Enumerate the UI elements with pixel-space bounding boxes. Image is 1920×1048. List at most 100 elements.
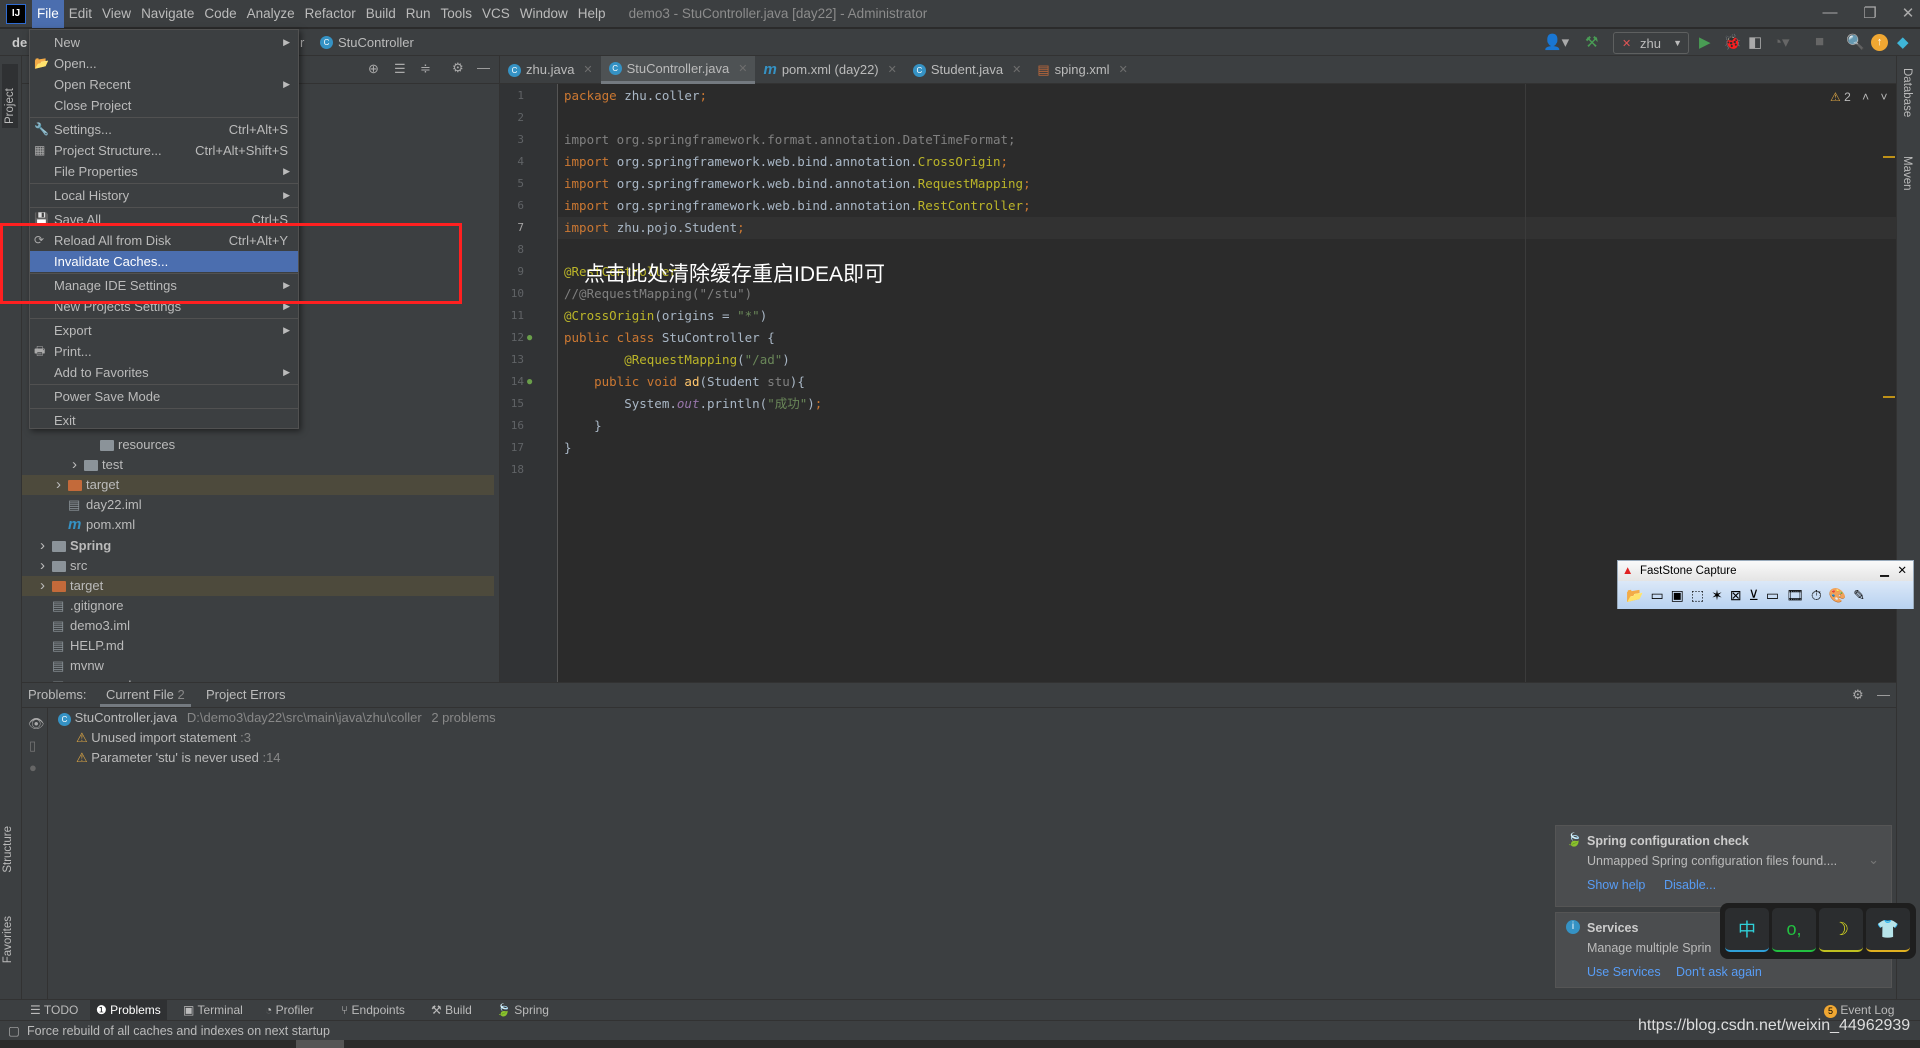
- gear-icon[interactable]: ⚙: [1852, 683, 1864, 707]
- tree-item[interactable]: › target: [22, 575, 494, 596]
- menu-analyze[interactable]: Analyze: [242, 0, 300, 28]
- bottom-tab-spring[interactable]: 🍃 Spring: [490, 1000, 555, 1021]
- breadcrumb-class[interactable]: StuController: [338, 35, 414, 50]
- search-icon[interactable]: 🔍: [1846, 33, 1865, 51]
- tree-item[interactable]: ▤ mvnw: [22, 656, 494, 676]
- menu-navigate[interactable]: Navigate: [136, 0, 199, 28]
- bottom-tab-endpoints[interactable]: ⑂ Endpoints: [335, 1000, 411, 1021]
- capture-freehand-icon[interactable]: ✶: [1711, 587, 1723, 604]
- menu-item-open-recent[interactable]: Open Recent ▶: [30, 74, 298, 95]
- close-tab-icon[interactable]: ✕: [1012, 56, 1021, 84]
- expand-all-icon[interactable]: ☰: [394, 61, 406, 77]
- run-icon[interactable]: ▶: [1699, 33, 1711, 51]
- next-highlight-icon[interactable]: ˅: [1881, 90, 1888, 104]
- close-icon[interactable]: ✕: [1897, 561, 1907, 581]
- tab-stucontroller-java[interactable]: C StuController.java ✕: [600, 55, 756, 84]
- tab-zhu-java[interactable]: Czhu.java ✕: [500, 56, 601, 84]
- tab-student-java[interactable]: C Student.java ✕: [905, 56, 1030, 84]
- tab-sping-xml[interactable]: ▤ sping.xml ✕: [1029, 56, 1135, 84]
- ime-moon-key[interactable]: ☽: [1819, 908, 1863, 952]
- breadcrumb-project[interactable]: de: [12, 35, 27, 50]
- locate-icon[interactable]: ⊕: [368, 61, 379, 77]
- gear-icon[interactable]: ⚙: [452, 60, 464, 76]
- ime-chinese-key[interactable]: 中: [1725, 908, 1769, 952]
- menu-run[interactable]: Run: [401, 0, 436, 28]
- tree-item[interactable]: ▤ .gitignore: [22, 596, 494, 616]
- settings-icon[interactable]: ✎: [1853, 587, 1865, 604]
- tab-pom-xml-day22-[interactable]: m pom.xml (day22) ✕: [755, 56, 904, 84]
- problem-item[interactable]: ⚠ Unused import statement :3: [76, 730, 251, 746]
- close-tab-icon[interactable]: ✕: [583, 56, 592, 84]
- inspection-widget[interactable]: ⚠ 2 ˄ ˅: [1830, 90, 1888, 104]
- menu-help[interactable]: Help: [573, 0, 611, 28]
- breadcrumb-package[interactable]: r: [300, 35, 304, 50]
- menu-item-add-to-favorites[interactable]: Add to Favorites ▶: [30, 362, 298, 383]
- disable-link[interactable]: Disable...: [1664, 878, 1716, 892]
- menu-item-settings[interactable]: 🔧 Settings... Ctrl+Alt+S: [30, 119, 298, 140]
- tree-item[interactable]: m pom.xml: [22, 515, 494, 535]
- capture-fullscreen-icon[interactable]: ⊠: [1730, 587, 1742, 604]
- capture-object-icon[interactable]: ▣: [1671, 587, 1684, 604]
- menu-window[interactable]: Window: [515, 0, 573, 28]
- tree-item[interactable]: resources: [22, 435, 494, 455]
- tab-current-file[interactable]: Current File 2: [100, 683, 191, 707]
- capture-fixed-icon[interactable]: ▭: [1766, 587, 1779, 604]
- chevron-right-icon[interactable]: ›: [40, 536, 45, 556]
- profile-icon[interactable]: ◔▾: [1773, 33, 1790, 51]
- dont-ask-again-link[interactable]: Don't ask again: [1676, 965, 1762, 979]
- minimize-button[interactable]: —: [1810, 4, 1850, 21]
- bottom-tab-build[interactable]: ⚒ Build: [425, 1000, 478, 1021]
- palette-icon[interactable]: 🎨: [1829, 587, 1846, 604]
- menu-build[interactable]: Build: [361, 0, 401, 28]
- menu-vcs[interactable]: VCS: [477, 0, 515, 28]
- run-config-selector[interactable]: ✕ zhu ▼: [1613, 32, 1689, 54]
- menu-item-new[interactable]: New ▶: [30, 32, 298, 53]
- error-stripe-mark[interactable]: [1883, 396, 1895, 398]
- chevron-right-icon[interactable]: ›: [56, 475, 61, 495]
- tree-item[interactable]: ▤ HELP.md: [22, 636, 494, 656]
- toolbox-icon[interactable]: ◆: [1897, 33, 1909, 51]
- menu-item-exit[interactable]: Exit: [30, 410, 298, 431]
- bottom-tab-problems[interactable]: ❶ Problems: [90, 1000, 167, 1021]
- spring-bean-gutter-icon[interactable]: ●: [526, 330, 533, 344]
- toggle-tool-windows-icon[interactable]: ▢: [8, 1021, 20, 1041]
- ime-punctuation-key[interactable]: o,: [1772, 908, 1816, 952]
- menu-item-close-project[interactable]: Close Project: [30, 95, 298, 116]
- bottom-tab-todo[interactable]: ☰ TODO: [24, 1000, 84, 1021]
- close-tab-icon[interactable]: ✕: [738, 55, 747, 83]
- menu-item-power-save-mode[interactable]: Power Save Mode: [30, 386, 298, 407]
- tool-tab-structure[interactable]: Structure: [2, 826, 14, 873]
- tree-item[interactable]: ▤ day22.iml: [22, 495, 494, 515]
- vcs-user-icon[interactable]: 👤▾: [1543, 33, 1569, 51]
- close-window-button[interactable]: ✕: [1888, 4, 1920, 22]
- tool-tab-maven[interactable]: Maven: [1901, 156, 1913, 191]
- ime-skin-key[interactable]: 👕: [1866, 908, 1910, 952]
- tool-tab-database[interactable]: Database: [1901, 68, 1913, 117]
- tree-item[interactable]: › target: [22, 475, 494, 496]
- close-tab-icon[interactable]: ✕: [1119, 56, 1128, 84]
- menu-code[interactable]: Code: [199, 0, 241, 28]
- preview-icon[interactable]: ▯: [29, 738, 36, 754]
- spring-bean-gutter-icon[interactable]: ●: [526, 374, 533, 388]
- menu-view[interactable]: View: [97, 0, 136, 28]
- problem-file-row[interactable]: C StuController.java D:\demo3\day22\src\…: [58, 710, 496, 726]
- record-video-icon[interactable]: 🎞: [1786, 587, 1804, 604]
- menu-item-print[interactable]: 🖶 Print...: [30, 341, 298, 362]
- capture-region-icon[interactable]: ⬚: [1691, 587, 1704, 604]
- menu-item-project-structure[interactable]: ▦ Project Structure... Ctrl+Alt+Shift+S: [30, 140, 298, 161]
- minimize-button[interactable]: ▁: [1880, 561, 1889, 581]
- coverage-icon[interactable]: ◧: [1748, 33, 1762, 51]
- tree-item[interactable]: › Spring: [22, 536, 494, 556]
- timer-icon[interactable]: ⏱: [1811, 587, 1822, 604]
- menu-tools[interactable]: Tools: [436, 0, 478, 28]
- menu-refactor[interactable]: Refactor: [300, 0, 361, 28]
- expand-icon[interactable]: ⌄: [1868, 852, 1879, 868]
- hide-panel-icon[interactable]: —: [1877, 683, 1890, 707]
- bulb-icon[interactable]: ●: [29, 760, 37, 775]
- tab-project-errors[interactable]: Project Errors: [206, 683, 285, 707]
- problem-item[interactable]: ⚠ Parameter 'stu' is never used :14: [76, 750, 281, 766]
- restore-button[interactable]: ❐: [1850, 4, 1890, 22]
- menu-item-export[interactable]: Export ▶: [30, 320, 298, 341]
- menu-item-local-history[interactable]: Local History ▶: [30, 185, 298, 206]
- tree-item[interactable]: › src: [22, 556, 494, 576]
